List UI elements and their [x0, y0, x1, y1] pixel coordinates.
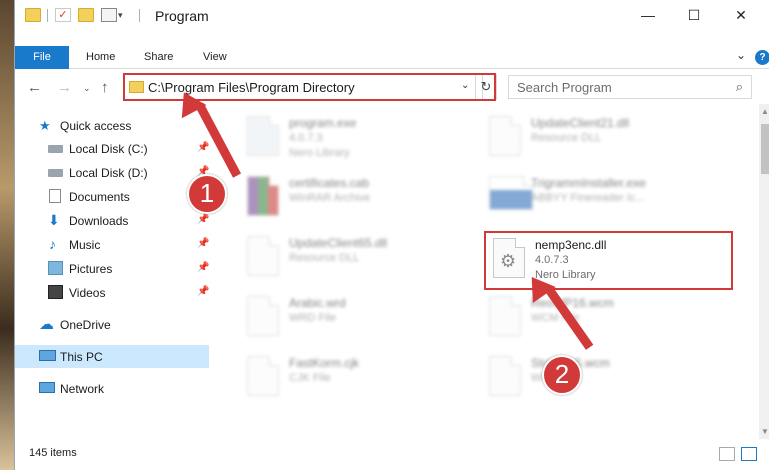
details-view-icon[interactable]	[719, 447, 735, 461]
status-bar: 145 items	[15, 441, 769, 470]
forward-arrow-icon[interactable]: →	[57, 79, 72, 96]
star-icon: ★	[39, 118, 51, 133]
scroll-thumb[interactable]	[761, 124, 769, 174]
sidebar-item-network[interactable]: Network	[15, 377, 209, 400]
step-2-badge: 2	[542, 355, 582, 395]
music-icon: ♪	[49, 236, 56, 252]
search-placeholder: Search Program	[517, 80, 612, 95]
file-item[interactable]: UpdateClient65.dll Resource DLL	[237, 230, 477, 286]
search-input[interactable]: Search Program ⌕	[508, 75, 752, 99]
sidebar-item-local-disk-d[interactable]: Local Disk (D:) 📌	[15, 161, 209, 184]
file-item[interactable]: UpdateClient21.dll Resource DLL	[479, 110, 719, 166]
folder-icon	[25, 8, 41, 22]
file-highlight-box	[484, 231, 733, 290]
file-item[interactable]: certificates.cab WinRAR Archive	[237, 170, 477, 226]
pin-icon[interactable]: 📌	[197, 262, 209, 273]
minimize-button[interactable]: —	[625, 0, 671, 31]
file-icon	[247, 296, 279, 336]
step-1-badge: 1	[187, 174, 227, 214]
navigation-pane: ★ Quick access Local Disk (C:) 📌 Local D…	[15, 109, 211, 439]
pin-icon[interactable]: 📌	[197, 214, 209, 225]
dll-icon	[489, 116, 521, 156]
help-icon[interactable]: ?	[755, 50, 769, 65]
new-folder-icon[interactable]	[78, 8, 94, 22]
sidebar-item-music[interactable]: ♪ Music 📌	[15, 233, 209, 256]
sidebar-item-this-pc[interactable]: This PC	[15, 345, 209, 368]
file-item[interactable]: program.exe 4.0.7.3 Nero Library	[237, 110, 477, 166]
back-arrow-icon[interactable]: ←	[27, 79, 42, 96]
download-icon: ⬇	[48, 212, 60, 228]
pin-icon[interactable]: 📌	[197, 238, 209, 249]
tab-home[interactable]: Home	[86, 46, 115, 69]
file-icon	[489, 356, 521, 396]
document-icon	[49, 189, 61, 203]
network-icon	[39, 382, 55, 393]
expand-ribbon-chevron-icon[interactable]: ⌄	[736, 48, 746, 62]
tab-share[interactable]: Share	[144, 46, 173, 69]
pin-icon[interactable]: 📌	[197, 142, 209, 153]
sidebar-item-videos[interactable]: Videos 📌	[15, 281, 209, 304]
search-icon[interactable]: ⌕	[736, 79, 743, 95]
application-icon	[247, 116, 279, 156]
scroll-up-icon[interactable]: ▲	[761, 107, 769, 116]
recent-locations-chevron-icon[interactable]: ⌄	[83, 83, 91, 94]
tab-file[interactable]: File	[15, 46, 69, 69]
file-item[interactable]: StoWP15.wcm WCM File	[479, 350, 719, 406]
file-item[interactable]: FastKorm.cjk CJK File	[237, 350, 477, 406]
up-arrow-icon[interactable]: ↑	[101, 79, 109, 96]
file-item[interactable]: Arabic.wrd WRD File	[237, 290, 477, 346]
videos-icon	[48, 285, 63, 299]
item-count: 145 items	[29, 447, 77, 459]
sidebar-item-documents[interactable]: Documents	[15, 185, 209, 208]
file-icon	[489, 296, 521, 336]
customize-toolbar-chevron-icon[interactable]: ▾	[118, 10, 123, 21]
file-icon	[247, 356, 279, 396]
large-icons-view-icon[interactable]	[741, 447, 757, 461]
tab-view[interactable]: View	[203, 46, 227, 69]
maximize-button[interactable]: ☐	[671, 0, 717, 31]
drive-icon	[48, 145, 63, 153]
sidebar-item-quick-access[interactable]: ★ Quick access	[15, 114, 209, 137]
properties-icon[interactable]: ✓	[55, 8, 71, 22]
file-item[interactable]: TrigrammInstaller.exe ABBYY Finereader I…	[479, 170, 719, 226]
drive-icon	[48, 169, 63, 177]
close-button[interactable]: ✕	[718, 0, 764, 31]
file-explorer-window: ✓ ▾ Program — ☐ ✕ File Home Share View ⌄…	[14, 0, 769, 470]
window-title: Program	[155, 8, 209, 24]
rename-icon[interactable]	[101, 8, 117, 22]
scroll-down-icon[interactable]: ▼	[761, 427, 769, 436]
sidebar-item-onedrive[interactable]: ☁ OneDrive	[15, 313, 209, 336]
toolbar-divider	[139, 9, 140, 22]
pictures-icon	[48, 261, 63, 275]
toolbar-divider	[47, 9, 48, 22]
ribbon-tabs: File Home Share View ⌄ ?	[15, 46, 769, 69]
sidebar-item-local-disk-c[interactable]: Local Disk (C:) 📌	[15, 137, 209, 160]
archive-icon	[247, 176, 279, 216]
computer-icon	[39, 350, 56, 361]
sidebar-item-pictures[interactable]: Pictures 📌	[15, 257, 209, 280]
pin-icon[interactable]: 📌	[197, 286, 209, 297]
title-bar: ✓ ▾ Program — ☐ ✕	[15, 0, 769, 31]
cloud-icon: ☁	[39, 316, 54, 333]
installer-icon	[489, 176, 533, 210]
sidebar-item-downloads[interactable]: ⬇ Downloads 📌	[15, 209, 209, 232]
vertical-scrollbar[interactable]: ▲ ▼	[759, 104, 769, 439]
dll-icon	[247, 236, 279, 276]
file-item[interactable]: ReoWP16.wcm WCM File	[479, 290, 719, 346]
